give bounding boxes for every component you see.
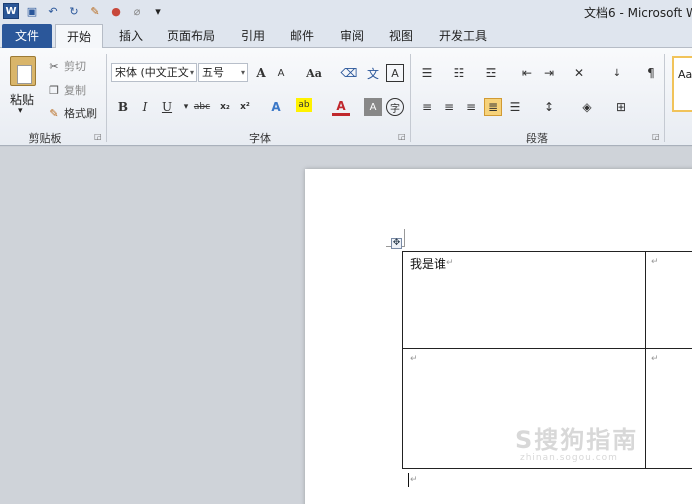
- cut-label: 剪切: [64, 60, 86, 73]
- style-sample: Aa: [678, 68, 692, 81]
- increase-indent-icon[interactable]: ⇥: [540, 64, 558, 82]
- clear-format-icon[interactable]: ⌫: [340, 64, 358, 82]
- watermark-url: zhinan.sogou.com: [520, 453, 618, 463]
- copy-button[interactable]: ❐ 复制: [47, 82, 86, 98]
- color-icon[interactable]: ●: [108, 3, 124, 19]
- change-case-button[interactable]: Aa: [302, 64, 326, 82]
- italic-button[interactable]: I: [136, 98, 154, 116]
- numbering-icon[interactable]: ☷: [450, 64, 468, 82]
- save-icon[interactable]: ▣: [24, 3, 40, 19]
- font-name-select[interactable]: 宋体 (中文正文 ▾: [111, 63, 197, 82]
- ribbon-tabs: 文件 开始 插入 页面布局 引用 邮件 审阅 视图 开发工具: [0, 22, 692, 48]
- decrease-indent-icon[interactable]: ⇤: [518, 64, 536, 82]
- subscript-button[interactable]: x₂: [216, 98, 234, 116]
- char-border-button[interactable]: A: [386, 64, 404, 82]
- tab-view[interactable]: 视图: [384, 24, 418, 48]
- undo-icon[interactable]: ↶: [45, 3, 61, 19]
- margin-mark: [404, 229, 405, 247]
- borders-icon[interactable]: ⊞: [612, 98, 630, 116]
- align-right-icon[interactable]: ≡: [462, 98, 480, 116]
- shading-icon[interactable]: ◈: [578, 98, 596, 116]
- font-launcher-icon[interactable]: ◲: [398, 132, 406, 141]
- copy-label: 复制: [64, 84, 86, 97]
- show-marks-icon[interactable]: ¶: [642, 64, 660, 82]
- underline-button[interactable]: U: [158, 98, 176, 116]
- paragraph-mark: ↵: [651, 354, 659, 364]
- char-shading-button[interactable]: A: [364, 98, 382, 116]
- group-divider: [664, 54, 665, 142]
- tab-home[interactable]: 开始: [55, 24, 103, 48]
- cut-button[interactable]: ✂ 剪切: [47, 58, 86, 74]
- bullets-icon[interactable]: ☰: [418, 64, 436, 82]
- tab-references[interactable]: 引用: [236, 24, 270, 48]
- scissors-icon: ✂: [49, 59, 59, 73]
- tab-mailings[interactable]: 邮件: [285, 24, 319, 48]
- ribbon: 粘贴 ▾ ✂ 剪切 ❐ 复制 ✎ 格式刷 剪贴板 ◲ 宋体 (中文正文 ▾ 五号…: [0, 48, 692, 146]
- group-divider: [106, 54, 107, 142]
- format-painter-button[interactable]: ✎ 格式刷: [47, 105, 97, 121]
- paste-icon[interactable]: [10, 56, 36, 86]
- customize-toolbar-icon[interactable]: ▾: [150, 3, 166, 19]
- bold-button[interactable]: B: [114, 98, 132, 116]
- tab-developer[interactable]: 开发工具: [434, 24, 492, 48]
- tab-insert[interactable]: 插入: [114, 24, 148, 48]
- superscript-button[interactable]: x²: [236, 98, 254, 116]
- paragraph-mark: ↵: [410, 475, 418, 485]
- table-cell[interactable]: [645, 348, 692, 469]
- font-size-select[interactable]: 五号 ▾: [198, 63, 248, 82]
- clipboard-group-label: 剪贴板: [28, 132, 62, 145]
- grow-font-button[interactable]: A: [252, 64, 270, 82]
- title-bar: W ▣ ↶ ↻ ✎ ● ⌀ ▾ 文档6 - Microsoft W: [0, 0, 692, 22]
- phonetic-guide-icon[interactable]: 文: [364, 64, 382, 82]
- distribute-icon[interactable]: ☰: [506, 98, 524, 116]
- chevron-down-icon: ▾: [189, 68, 194, 77]
- chinese-layout-icon[interactable]: ✕: [570, 64, 588, 82]
- clipboard-launcher-icon[interactable]: ◲: [94, 132, 102, 141]
- font-group-label: 字体: [249, 132, 271, 145]
- text-caret: [408, 473, 409, 487]
- line-spacing-icon[interactable]: ↕: [540, 98, 558, 116]
- cell-text[interactable]: 我是谁: [410, 255, 446, 272]
- watermark-logo: S搜狗指南: [515, 426, 639, 454]
- font-color-button[interactable]: A: [332, 98, 350, 116]
- enclose-char-button[interactable]: 字: [386, 98, 404, 116]
- paintbrush-icon: ✎: [49, 106, 59, 120]
- chevron-down-icon: ▾: [240, 68, 245, 77]
- paste-dropdown-icon[interactable]: ▾: [18, 106, 23, 116]
- paragraph-group-label: 段落: [526, 132, 548, 145]
- format-painter-label: 格式刷: [64, 107, 97, 120]
- align-center-icon[interactable]: ≡: [440, 98, 458, 116]
- align-left-icon[interactable]: ≡: [418, 98, 436, 116]
- tab-page-layout[interactable]: 页面布局: [163, 24, 219, 48]
- font-size-value: 五号: [202, 66, 224, 79]
- multilevel-list-icon[interactable]: ☲: [482, 64, 500, 82]
- style-gallery-item[interactable]: Aa: [672, 56, 692, 112]
- strikethrough-button[interactable]: abc: [192, 98, 212, 116]
- word-logo-icon[interactable]: W: [3, 3, 19, 19]
- text-effect-button[interactable]: A: [267, 98, 285, 116]
- sort-icon[interactable]: ↓: [608, 64, 626, 82]
- window-title: 文档6 - Microsoft W: [584, 6, 692, 20]
- group-divider: [410, 54, 411, 142]
- redo-icon[interactable]: ↻: [66, 3, 82, 19]
- highlight-color-icon[interactable]: ab: [296, 98, 312, 112]
- eraser-icon[interactable]: ⌀: [129, 3, 145, 19]
- shrink-font-button[interactable]: A: [272, 64, 290, 82]
- paragraph-mark: ↵: [410, 354, 418, 364]
- justify-icon[interactable]: ≣: [484, 98, 502, 116]
- font-name-value: 宋体 (中文正文: [115, 66, 189, 79]
- paragraph-mark: ↵: [651, 257, 659, 267]
- paragraph-launcher-icon[interactable]: ◲: [652, 132, 660, 141]
- tab-review[interactable]: 审阅: [335, 24, 369, 48]
- paragraph-mark: ↵: [446, 258, 454, 268]
- copy-icon: ❐: [49, 83, 59, 97]
- tab-file[interactable]: 文件: [2, 24, 52, 48]
- table-move-handle-icon[interactable]: ✥: [391, 238, 402, 249]
- format-painter-quick-icon[interactable]: ✎: [87, 3, 103, 19]
